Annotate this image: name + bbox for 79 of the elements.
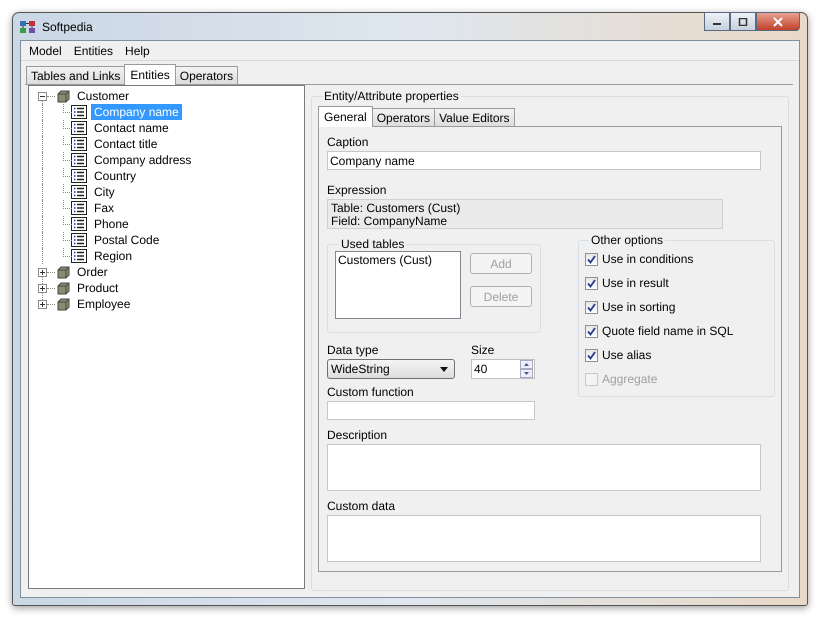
- list-icon: [71, 249, 87, 263]
- field-label: Custom function: [327, 385, 414, 399]
- checkbox-label: Use in conditions: [602, 252, 694, 266]
- checkbox-label: Quote field name in SQL: [602, 324, 734, 338]
- cube-icon: [57, 282, 70, 294]
- field-label: Caption: [327, 135, 368, 149]
- group-title: Entity/Attribute properties: [323, 89, 460, 103]
- list-icon: [71, 153, 87, 167]
- field-label: Size: [471, 343, 494, 357]
- tab[interactable]: Operators: [174, 66, 238, 84]
- checkbox[interactable]: [585, 324, 598, 338]
- group-title: Other options: [590, 233, 664, 247]
- checkbox-label: Aggregate: [602, 372, 658, 386]
- checkbox[interactable]: [585, 252, 598, 266]
- tree-item[interactable]: Postal Code: [91, 232, 162, 248]
- tab[interactable]: General: [318, 106, 373, 127]
- size-spinner[interactable]: 40: [471, 359, 535, 379]
- list-icon: [71, 137, 87, 151]
- expander-icon[interactable]: [38, 92, 47, 100]
- tree-item[interactable]: Contact name: [91, 120, 172, 136]
- close-button[interactable]: [756, 12, 800, 31]
- tree-item[interactable]: Country: [91, 168, 140, 184]
- field-label: Description: [327, 428, 388, 442]
- maximize-icon: [738, 18, 748, 26]
- menu-item[interactable]: Entities: [68, 44, 120, 58]
- checkbox[interactable]: [585, 300, 598, 314]
- tree-item[interactable]: Employee: [74, 296, 134, 312]
- window-title: Softpedia: [42, 20, 93, 34]
- tree-item[interactable]: Contact title: [91, 136, 160, 152]
- field-label: Data type: [327, 343, 378, 357]
- tab[interactable]: Entities: [124, 64, 176, 85]
- expander-icon[interactable]: [38, 268, 47, 276]
- list-icon: [71, 121, 87, 135]
- checkbox-label: Use in sorting: [602, 300, 676, 314]
- cube-icon: [57, 298, 70, 310]
- caption-field[interactable]: Company name: [327, 151, 761, 170]
- tree-item[interactable]: Fax: [91, 200, 118, 216]
- maximize-button[interactable]: [730, 12, 756, 31]
- expander-icon[interactable]: [38, 284, 47, 292]
- close-icon: [772, 16, 784, 26]
- group-title: Used tables: [340, 237, 406, 251]
- tree-item[interactable]: City: [91, 184, 118, 200]
- list-icon: [71, 105, 87, 119]
- list-item[interactable]: Customers (Cust): [338, 253, 432, 267]
- cube-icon: [57, 90, 70, 102]
- description-field[interactable]: [327, 444, 761, 491]
- data-type-dropdown[interactable]: WideString: [327, 359, 455, 379]
- tab[interactable]: Value Editors: [434, 108, 515, 126]
- checkbox-label: Use in result: [602, 276, 669, 290]
- tree-item[interactable]: Phone: [91, 216, 132, 232]
- tab[interactable]: Operators: [372, 108, 436, 126]
- tree-item[interactable]: Order: [74, 264, 111, 280]
- expander-icon[interactable]: [38, 300, 47, 308]
- expression-text: Field: CompanyName: [331, 215, 448, 228]
- list-icon: [71, 201, 87, 215]
- checkbox[interactable]: [585, 276, 598, 290]
- dropdown-arrow-icon: [440, 366, 448, 372]
- list-icon: [71, 169, 87, 183]
- checkbox[interactable]: [585, 348, 598, 362]
- cube-icon: [57, 266, 70, 278]
- checkbox-label: Use alias: [602, 348, 652, 362]
- field-label: Expression: [327, 183, 386, 197]
- menu-item[interactable]: Model: [23, 44, 68, 58]
- expression-text: Table: Customers (Cust): [331, 202, 462, 215]
- list-icon: [71, 185, 87, 199]
- custom-function-field[interactable]: [327, 401, 535, 420]
- tab[interactable]: Tables and Links: [26, 66, 126, 84]
- app-icon: [20, 20, 36, 34]
- list-icon: [71, 233, 87, 247]
- minimize-button[interactable]: [704, 12, 730, 31]
- custom-data-field[interactable]: [327, 515, 761, 562]
- list-icon: [71, 217, 87, 231]
- field-label: Custom data: [327, 499, 396, 513]
- menu-item[interactable]: Help: [119, 44, 156, 58]
- tree-item[interactable]: Company address: [91, 152, 194, 168]
- tree-item[interactable]: Region: [91, 248, 136, 264]
- spin-arrows-icon: [520, 360, 533, 378]
- tree-item[interactable]: Product: [74, 280, 122, 296]
- tree-item[interactable]: Customer: [74, 88, 132, 104]
